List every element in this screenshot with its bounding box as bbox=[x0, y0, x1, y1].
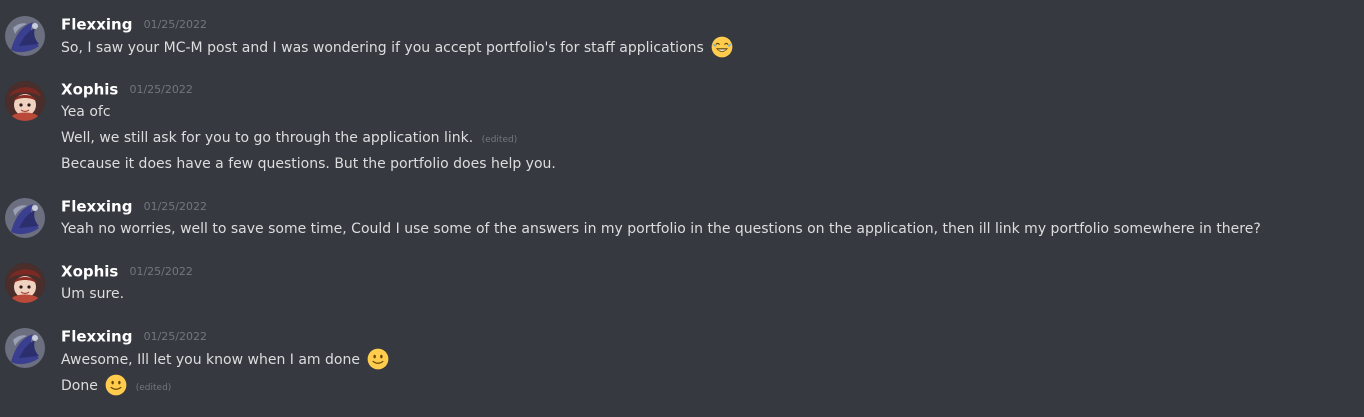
timestamp: 01/25/2022 bbox=[129, 83, 193, 96]
chat-messages: Flexxing 01/25/2022 So, I saw your MC-M … bbox=[0, 0, 1364, 417]
avatar[interactable] bbox=[5, 81, 45, 121]
message-text: Done bbox=[61, 378, 98, 394]
edited-label: (edited) bbox=[481, 135, 518, 145]
message-text: Because it does have a few questions. Bu… bbox=[61, 156, 556, 172]
message-line: Well, we still ask for you to go through… bbox=[61, 127, 517, 149]
message-line: Done (edited) bbox=[61, 374, 171, 396]
message-text: So, I saw your MC-M post and I was wonde… bbox=[61, 40, 704, 56]
message-text: Awesome, Ill let you know when I am done bbox=[61, 352, 360, 368]
message-line: Because it does have a few questions. Bu… bbox=[61, 153, 556, 175]
avatar-image bbox=[5, 16, 45, 56]
timestamp: 01/25/2022 bbox=[129, 265, 193, 278]
message-text: Yeah no worries, well to save some time,… bbox=[61, 221, 1261, 237]
joy-emoji-icon bbox=[711, 36, 733, 58]
message-header: Flexxing 01/25/2022 bbox=[61, 14, 207, 36]
avatar-image bbox=[5, 198, 45, 238]
timestamp: 01/25/2022 bbox=[143, 18, 207, 31]
message-line: Um sure. bbox=[61, 283, 124, 305]
message-line: Yea ofc bbox=[61, 101, 111, 123]
message-line: Awesome, Ill let you know when I am done bbox=[61, 348, 389, 370]
message-text: Well, we still ask for you to go through… bbox=[61, 130, 474, 146]
message-header: Flexxing 01/25/2022 bbox=[61, 326, 207, 348]
message-header: Xophis 01/25/2022 bbox=[61, 79, 193, 101]
avatar[interactable] bbox=[5, 328, 45, 368]
avatar-image bbox=[5, 81, 45, 121]
slight-smile-emoji-icon bbox=[367, 348, 389, 370]
edited-label: (edited) bbox=[135, 383, 172, 393]
username[interactable]: Flexxing bbox=[61, 328, 132, 346]
avatar[interactable] bbox=[5, 16, 45, 56]
message-header: Flexxing 01/25/2022 bbox=[61, 196, 207, 218]
username[interactable]: Xophis bbox=[61, 81, 118, 99]
avatar-image bbox=[5, 263, 45, 303]
avatar[interactable] bbox=[5, 198, 45, 238]
slight-smile-emoji-icon bbox=[105, 374, 127, 396]
message-header: Xophis 01/25/2022 bbox=[61, 261, 193, 283]
message-text: Yea ofc bbox=[61, 104, 111, 120]
message-line: Yeah no worries, well to save some time,… bbox=[61, 218, 1261, 240]
username[interactable]: Xophis bbox=[61, 263, 118, 281]
message-line: So, I saw your MC-M post and I was wonde… bbox=[61, 36, 733, 58]
avatar[interactable] bbox=[5, 263, 45, 303]
username[interactable]: Flexxing bbox=[61, 16, 132, 34]
timestamp: 01/25/2022 bbox=[143, 200, 207, 213]
timestamp: 01/25/2022 bbox=[143, 330, 207, 343]
username[interactable]: Flexxing bbox=[61, 198, 132, 216]
avatar-image bbox=[5, 328, 45, 368]
message-text: Um sure. bbox=[61, 286, 125, 302]
